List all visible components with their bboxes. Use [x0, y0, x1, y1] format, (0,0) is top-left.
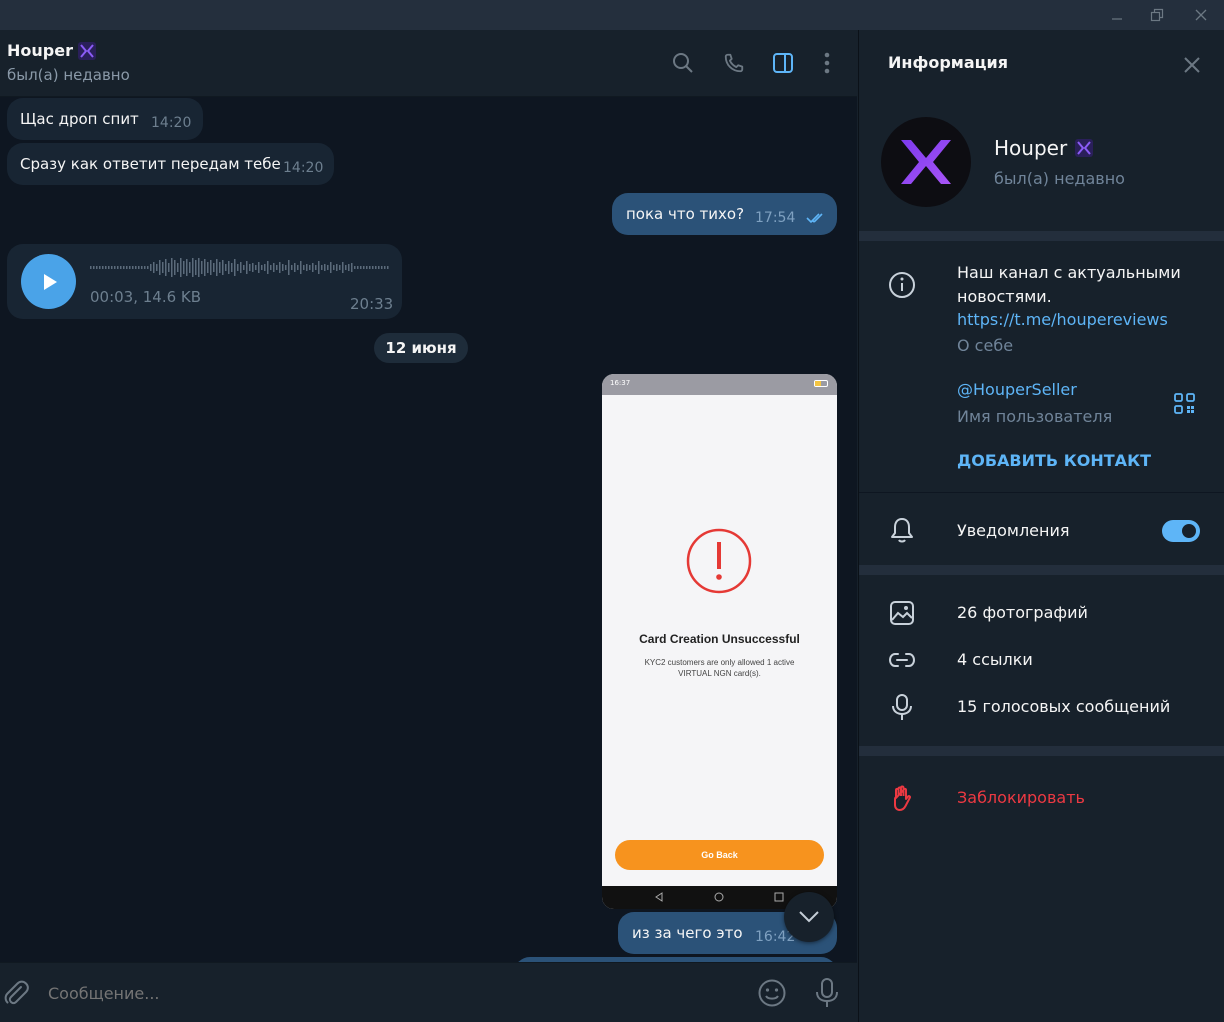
chat-title-wrap: Houper	[7, 41, 96, 60]
close-window-button[interactable]	[1178, 0, 1224, 30]
dialog-body: KYC2 customers are only allowed 1 active…	[644, 658, 795, 678]
qr-code-icon	[1174, 393, 1195, 414]
microphone-icon	[816, 978, 838, 1007]
shared-voices-item[interactable]: 15 голосовых сообщений	[957, 697, 1170, 716]
double-check-icon	[806, 213, 823, 224]
smile-icon	[758, 979, 786, 1007]
chat-header[interactable]: Houper был(а) недавно	[0, 30, 857, 97]
section-divider	[859, 231, 1224, 241]
notifications-label: Уведомления	[957, 521, 1070, 540]
info-panel: Информация Houper был(а) недавно Наш кан…	[858, 30, 1224, 1022]
message-time: 20:33	[350, 295, 394, 313]
chat-title: Houper	[7, 41, 73, 60]
message-input[interactable]	[48, 979, 728, 1007]
toggle-info-panel-button[interactable]	[770, 50, 796, 76]
message-text: Щас дроп спит	[20, 110, 139, 128]
qr-code-button[interactable]	[1174, 393, 1196, 415]
message-time: 14:20	[283, 160, 324, 176]
chat-status: был(а) недавно	[7, 66, 130, 84]
block-user-button[interactable]: Заблокировать	[957, 788, 1085, 807]
section-divider	[859, 746, 1224, 756]
nav-home-icon	[714, 892, 724, 902]
houper-logo-icon	[901, 140, 951, 184]
profile-avatar[interactable]	[881, 117, 971, 207]
photo-icon	[887, 598, 917, 628]
add-contact-button[interactable]: ДОБАВИТЬ КОНТАКТ	[957, 451, 1151, 470]
phone-icon	[724, 53, 744, 73]
profile-name: Houper	[994, 136, 1068, 160]
brand-logo-icon	[1075, 139, 1094, 157]
link-icon	[887, 645, 917, 675]
profile-status: был(а) недавно	[994, 169, 1125, 188]
attach-button[interactable]	[2, 979, 30, 1007]
hand-stop-icon	[887, 783, 917, 813]
paperclip-icon	[4, 980, 29, 1005]
search-button[interactable]	[670, 50, 696, 76]
message-composer	[0, 962, 857, 1022]
message-incoming[interactable]: Щас дроп спит 14:20	[7, 98, 203, 140]
battery-icon	[814, 380, 828, 387]
go-back-label: Go Back	[701, 850, 738, 860]
section-divider	[859, 565, 1224, 575]
bio-caption: О себе	[957, 336, 1014, 355]
bio-link[interactable]: https://t.me/houpereviews	[957, 310, 1168, 329]
voice-meta: 00:03, 14.6 KB	[90, 288, 202, 306]
chat-area: Houper был(а) недавно Щас дроп спит 14:2…	[0, 30, 857, 1022]
play-icon	[43, 273, 57, 290]
emoji-button[interactable]	[757, 978, 787, 1008]
more-vertical-icon	[824, 52, 830, 74]
message-time: 17:54	[755, 210, 796, 226]
scroll-to-bottom-button[interactable]	[784, 892, 834, 942]
date-divider-label: 12 июня	[385, 339, 457, 357]
username-link[interactable]: @HouperSeller	[957, 380, 1077, 399]
message-incoming[interactable]: Сразу как ответит передам тебе 14:20	[7, 143, 334, 185]
nav-back-icon	[655, 892, 663, 902]
error-alert-icon	[686, 528, 752, 594]
message-text: пока что тихо?	[626, 205, 745, 223]
voice-record-button[interactable]	[812, 977, 842, 1009]
panel-title: Информация	[888, 53, 1008, 72]
bell-icon	[887, 515, 917, 545]
message-outgoing[interactable]: пока что тихо? 17:54	[612, 193, 837, 235]
date-divider: 12 июня	[374, 333, 468, 363]
restore-icon	[1150, 8, 1164, 22]
voice-message[interactable]: 00:03, 14.6 KB 20:33	[7, 244, 402, 319]
go-back-button: Go Back	[615, 840, 824, 870]
image-message[interactable]: 16:37 Card Creation Unsuccessful KYC2 cu…	[602, 374, 837, 909]
play-voice-button[interactable]	[21, 254, 76, 309]
shared-links-item[interactable]: 4 ссылки	[957, 650, 1033, 669]
sidebar-toggle-icon	[773, 53, 793, 73]
call-button[interactable]	[721, 50, 747, 76]
info-icon	[887, 270, 917, 300]
voice-waveform	[90, 258, 389, 277]
message-text: из за чего это	[632, 924, 743, 942]
search-icon	[673, 53, 693, 73]
notifications-toggle[interactable]	[1162, 520, 1200, 542]
phone-status-bar: 16:37	[602, 374, 837, 395]
username-caption: Имя пользователя	[957, 407, 1113, 426]
message-time: 14:20	[151, 115, 192, 131]
more-menu-button[interactable]	[814, 50, 840, 76]
phone-status-time: 16:37	[610, 379, 631, 387]
brand-logo-icon	[77, 41, 96, 60]
close-icon	[1184, 57, 1200, 73]
bio-text: Наш канал с актуальными новостями.	[957, 263, 1181, 306]
close-icon	[1195, 9, 1207, 21]
minimize-icon	[1112, 18, 1122, 20]
dialog-title: Card Creation Unsuccessful	[639, 632, 800, 646]
row-divider	[859, 492, 1224, 493]
close-panel-button[interactable]	[1177, 50, 1207, 80]
nav-recents-icon	[774, 892, 784, 902]
profile-name-wrap: Houper	[994, 136, 1094, 160]
shared-photos-item[interactable]: 26 фотографий	[957, 603, 1088, 622]
chevron-down-icon	[799, 911, 819, 923]
microphone-icon	[887, 692, 917, 722]
restore-button[interactable]	[1134, 0, 1180, 30]
message-text: Сразу как ответит передам тебе	[20, 155, 281, 173]
window-titlebar	[0, 0, 1224, 30]
